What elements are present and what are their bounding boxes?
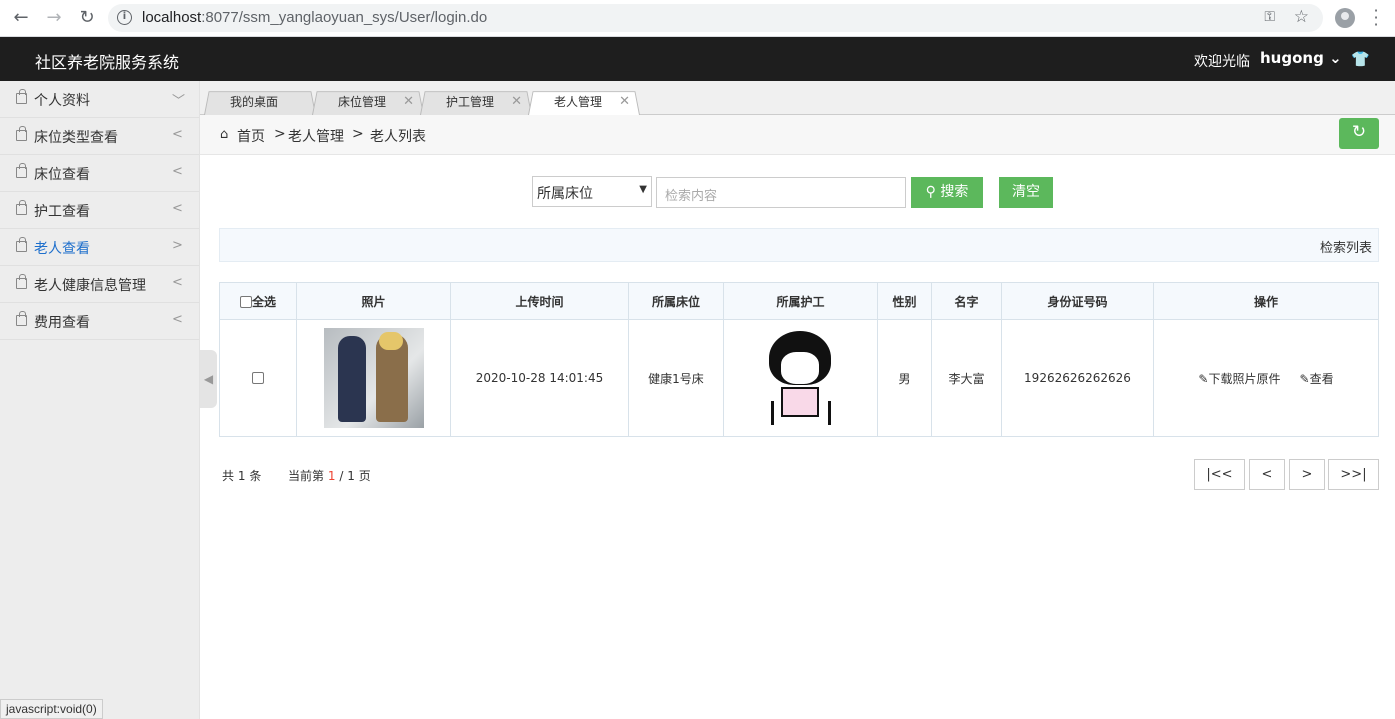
upload-time: 2020-10-28 14:01:45 [450, 319, 629, 437]
chevron-left-icon: < [172, 164, 183, 179]
tab-bar: 我的桌面 床位管理 ✕ 护工管理 ✕ 老人管理 ✕ [200, 81, 1395, 115]
address-bar[interactable]: i localhost:8077/ssm_yanglaoyuan_sys/Use… [108, 4, 1323, 32]
download-photo-link[interactable]: ✎下载照片原件 [1198, 372, 1280, 386]
chevron-down-icon: ▼ [639, 184, 647, 195]
lock-icon [16, 89, 27, 104]
name-cell: 李大富 [931, 319, 1002, 437]
select-all-checkbox[interactable] [239, 295, 252, 308]
browser-toolbar: ← → ↻ i localhost:8077/ssm_yanglaoyuan_s… [0, 0, 1395, 37]
breadcrumb-elderly-management[interactable]: 老人管理 [288, 126, 344, 146]
forward-icon[interactable]: → [43, 8, 65, 28]
user-menu[interactable]: hugong ⌄ [1260, 49, 1342, 67]
search-input[interactable]: 检索内容 [656, 177, 906, 208]
chevron-right-icon: > [172, 238, 183, 253]
bed-cell: 健康1号床 [628, 319, 724, 437]
refresh-button[interactable]: ↻ [1339, 118, 1379, 149]
bed-filter-select[interactable]: 所属床位 ▼ [532, 176, 652, 207]
star-icon[interactable]: ☆ [1294, 7, 1309, 27]
search-icon: ⚲ [925, 184, 936, 200]
refresh-icon: ↻ [1351, 122, 1367, 142]
pencil-icon: ✎ [1299, 371, 1310, 386]
gender-cell: 男 [877, 319, 932, 437]
sidebar-item-caregivers[interactable]: 护工查看 < [0, 192, 199, 229]
pagination-info: 共 1 条 当前第 1 / 1 页 [222, 469, 371, 483]
sidebar-item-beds[interactable]: 床位查看 < [0, 155, 199, 192]
pencil-icon: ✎ [1198, 371, 1209, 386]
sidebar-collapse-handle[interactable]: ◀ [200, 350, 217, 408]
lock-icon [16, 311, 27, 326]
lock-icon [16, 163, 27, 178]
close-icon[interactable]: ✕ [619, 89, 630, 115]
url-text[interactable]: localhost:8077/ssm_yanglaoyuan_sys/User/… [142, 9, 487, 26]
lock-icon [16, 126, 27, 141]
search-button[interactable]: ⚲ 搜索 [911, 177, 983, 208]
row-checkbox[interactable] [252, 372, 264, 384]
view-link[interactable]: ✎查看 [1300, 372, 1334, 386]
elderly-photo[interactable] [323, 328, 424, 428]
app-title: 社区养老院服务系统 [35, 53, 180, 72]
results-panel-header: 检索列表 [219, 228, 1379, 262]
table-row: 2020-10-28 14:01:45 健康1号床 男 李大富 19262626… [219, 319, 1379, 437]
lock-icon [16, 274, 27, 289]
breadcrumb: ⌂ 首页 > 老人管理 > 老人列表 [200, 115, 1395, 155]
close-icon[interactable]: ✕ [403, 89, 414, 115]
key-icon[interactable]: ⚿ [1264, 9, 1275, 25]
chevron-left-icon: < [172, 312, 183, 327]
sidebar-item-fees[interactable]: 费用查看 < [0, 303, 199, 340]
shirt-icon[interactable]: 👕 [1351, 50, 1370, 68]
sidebar-item-bed-types[interactable]: 床位类型查看 < [0, 118, 199, 155]
sidebar-item-health-info[interactable]: 老人健康信息管理 < [0, 266, 199, 303]
tab-caregiver-management[interactable]: 护工管理 ✕ [420, 89, 532, 115]
back-icon[interactable]: ← [10, 8, 32, 28]
select-all-header[interactable]: 全选 [219, 282, 297, 320]
tab-desktop[interactable]: 我的桌面 [204, 89, 316, 115]
welcome-text: 欢迎光临 [1194, 54, 1250, 70]
caregiver-photo [763, 331, 839, 425]
clear-button[interactable]: 清空 [999, 177, 1053, 208]
chevron-left-icon: < [172, 275, 183, 290]
last-page-button[interactable]: >>| [1328, 459, 1379, 490]
chevron-left-icon: < [172, 201, 183, 216]
app-header: 社区养老院服务系统 欢迎光临 hugong ⌄ 👕 [0, 37, 1395, 81]
breadcrumb-elderly-list: 老人列表 [370, 129, 426, 145]
next-page-button[interactable]: > [1289, 459, 1325, 490]
tab-bed-management[interactable]: 床位管理 ✕ [312, 89, 424, 115]
chevron-down-icon: ﹀ [172, 94, 186, 109]
prev-page-button[interactable]: < [1249, 459, 1285, 490]
first-page-button[interactable]: |<< [1194, 459, 1245, 490]
status-bar: javascript:void(0) [0, 699, 103, 719]
elderly-table: 全选 照片 上传时间 所属床位 所属护工 性别 名字 身份证号码 操作 2020… [219, 282, 1379, 437]
chevron-left-icon: < [172, 127, 183, 142]
home-icon: ⌂ [220, 127, 229, 142]
lock-icon [16, 237, 27, 252]
sidebar-item-elderly[interactable]: 老人查看 > [0, 229, 199, 266]
info-icon[interactable]: i [117, 10, 132, 25]
account-icon[interactable] [1335, 8, 1355, 28]
id-number-cell: 19262626262626 [1001, 319, 1154, 437]
lock-icon [16, 200, 27, 215]
close-icon[interactable]: ✕ [511, 89, 522, 115]
breadcrumb-home[interactable]: 首页 [237, 126, 265, 146]
sidebar: 个人资料 ﹀ 床位类型查看 < 床位查看 < 护工查看 < 老人查看 > 老人健康信息管理… [0, 81, 200, 719]
reload-icon[interactable]: ↻ [76, 8, 98, 28]
sidebar-item-profile[interactable]: 个人资料 ﹀ [0, 81, 199, 118]
results-title: 检索列表 [1319, 241, 1372, 256]
kebab-menu-icon[interactable]: · · · [1372, 3, 1380, 33]
tab-elderly-management[interactable]: 老人管理 ✕ [528, 89, 640, 115]
chevron-down-icon: ⌄ [1329, 49, 1342, 67]
